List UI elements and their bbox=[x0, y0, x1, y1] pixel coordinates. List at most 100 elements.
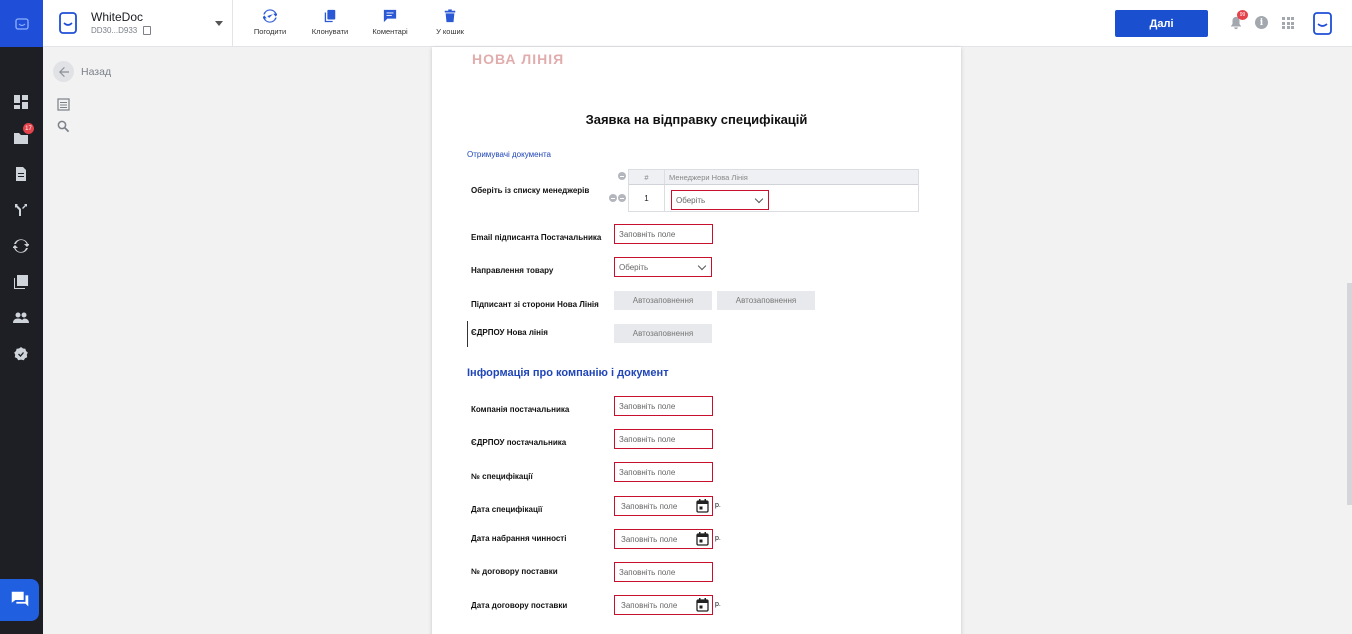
badge-check-icon[interactable] bbox=[12, 345, 30, 363]
dashboard-icon[interactable] bbox=[12, 93, 30, 111]
contract-date-suffix: р. bbox=[715, 601, 721, 608]
approve-button[interactable]: Погодити bbox=[240, 9, 300, 36]
managers-table: # Менеджери Нова Лінія 1 Оберіть bbox=[628, 169, 919, 212]
managers-label: Оберіть із списку менеджерів bbox=[471, 186, 590, 195]
direction-label: Направлення товару bbox=[471, 266, 554, 275]
users-icon[interactable] bbox=[12, 309, 30, 327]
brand-logo-icon[interactable] bbox=[1313, 12, 1332, 35]
spec-date-suffix: р. bbox=[715, 502, 721, 509]
doc-id-text: DD30...D933 bbox=[91, 26, 138, 35]
top-header: WhiteDoc DD30...D933 Погодити Клонувати … bbox=[43, 0, 1352, 47]
edrpou-placeholder: Заповніть поле bbox=[619, 434, 676, 444]
next-button[interactable]: Далі bbox=[1115, 10, 1208, 37]
direction-select[interactable]: Оберіть bbox=[614, 257, 712, 277]
page-scrollbar[interactable] bbox=[1347, 283, 1352, 505]
table-row-num: 1 bbox=[629, 185, 665, 211]
company-logo: НОВА ЛІНІЯ bbox=[472, 51, 565, 67]
document-type-icon bbox=[59, 12, 77, 34]
clone-button[interactable]: Клонувати bbox=[300, 9, 360, 36]
company-field[interactable]: Заповніть поле bbox=[614, 396, 713, 416]
contract-date-label: Дата договору поставки bbox=[471, 601, 568, 610]
doc-title: WhiteDoc bbox=[91, 10, 144, 24]
trash-label: У кошик bbox=[436, 27, 464, 36]
signer-autofill-2[interactable]: Автозаповнення bbox=[717, 291, 815, 310]
email-placeholder: Заповніть поле bbox=[619, 229, 676, 239]
folder-badge: 17 bbox=[23, 123, 34, 134]
chevron-down-icon bbox=[697, 261, 707, 271]
spec-no-field[interactable]: Заповніть поле bbox=[614, 462, 713, 482]
document-title: Заявка на відправку специфікацій bbox=[585, 112, 808, 127]
section-recipients: Отримувачі документа bbox=[467, 150, 552, 159]
chevron-down-icon bbox=[754, 194, 764, 204]
calendar-icon[interactable] bbox=[696, 598, 709, 612]
spec-no-label: № специфікації bbox=[471, 472, 533, 481]
effective-date-label: Дата набрання чинності bbox=[471, 534, 567, 543]
info-icon[interactable]: i bbox=[1255, 16, 1268, 29]
back-label: Назад bbox=[81, 65, 112, 78]
table-header-num: # bbox=[629, 170, 665, 185]
spec-date-placeholder: Заповніть поле bbox=[621, 501, 678, 511]
signer-label: Підписант зі сторони Нова Лінія bbox=[471, 300, 599, 309]
library-icon[interactable] bbox=[12, 273, 30, 291]
document-icon[interactable] bbox=[12, 165, 30, 183]
signer-autofill-1[interactable]: Автозаповнення bbox=[614, 291, 712, 310]
logo-icon bbox=[14, 17, 29, 30]
company-placeholder: Заповніть поле bbox=[619, 401, 676, 411]
trash-icon bbox=[444, 9, 456, 23]
contract-no-placeholder: Заповніть поле bbox=[619, 567, 676, 577]
apps-grid-icon[interactable] bbox=[1282, 17, 1294, 29]
document-page: НОВА ЛІНІЯ Заявка на відправку специфіка… bbox=[432, 47, 961, 634]
field-marker bbox=[467, 321, 468, 347]
edrpou-field[interactable]: Заповніть поле bbox=[614, 429, 713, 449]
header-divider bbox=[232, 0, 233, 47]
home-button[interactable] bbox=[0, 0, 43, 47]
edrpou-label: ЄДРПОУ постачальника bbox=[471, 438, 567, 447]
chat-icon bbox=[11, 591, 28, 607]
comments-button[interactable]: Коментарі bbox=[360, 9, 420, 36]
table-header-managers: Менеджери Нова Лінія bbox=[665, 170, 918, 185]
search-icon[interactable] bbox=[57, 120, 70, 133]
edrpou-nl-label: ЄДРПОУ Нова лінія bbox=[471, 328, 548, 337]
effective-date-suffix: р. bbox=[715, 535, 721, 542]
section-company: Інформація про компанію і документ bbox=[467, 367, 669, 379]
contract-date-field[interactable]: Заповніть поле bbox=[614, 595, 713, 615]
back-button[interactable]: Назад bbox=[53, 61, 111, 82]
chevron-down-icon[interactable] bbox=[215, 21, 223, 26]
remove-row-button[interactable] bbox=[609, 194, 617, 202]
sync-icon[interactable] bbox=[12, 237, 30, 255]
clone-icon bbox=[324, 9, 336, 23]
email-label: Email підписанта Постачальника bbox=[471, 233, 602, 242]
email-field[interactable]: Заповніть поле bbox=[614, 224, 713, 244]
spec-date-label: Дата специфікації bbox=[471, 505, 543, 514]
contract-no-field[interactable]: Заповніть поле bbox=[614, 562, 713, 582]
remove-column-button[interactable] bbox=[618, 172, 626, 180]
effective-date-placeholder: Заповніть поле bbox=[621, 534, 678, 544]
sync-check-icon bbox=[263, 9, 277, 23]
direction-value: Оберіть bbox=[619, 262, 649, 272]
manager-select-value: Оберіть bbox=[676, 195, 706, 205]
arrow-left-icon bbox=[53, 61, 74, 82]
clone-label: Клонувати bbox=[311, 27, 349, 36]
doc-id: DD30...D933 bbox=[91, 26, 152, 35]
chat-button[interactable] bbox=[0, 579, 39, 621]
app-rail: 17 bbox=[0, 0, 43, 634]
approve-label: Погодити bbox=[253, 27, 287, 36]
copy-icon[interactable] bbox=[143, 26, 152, 35]
spec-date-field[interactable]: Заповніть поле bbox=[614, 496, 713, 516]
notifications-badge: 99 bbox=[1237, 10, 1248, 20]
route-icon[interactable] bbox=[12, 201, 30, 219]
trash-button[interactable]: У кошик bbox=[420, 9, 480, 36]
remove-row-button-2[interactable] bbox=[618, 194, 626, 202]
company-label: Компанія постачальника bbox=[471, 405, 570, 414]
manager-select[interactable]: Оберіть bbox=[671, 190, 769, 210]
calendar-icon[interactable] bbox=[696, 499, 709, 513]
contract-no-label: № договору поставки bbox=[471, 567, 558, 576]
comments-label: Коментарі bbox=[372, 27, 408, 36]
spec-no-placeholder: Заповніть поле bbox=[619, 467, 676, 477]
comment-icon bbox=[383, 9, 397, 23]
outline-icon[interactable] bbox=[57, 98, 70, 111]
edrpou-nl-autofill[interactable]: Автозаповнення bbox=[614, 324, 712, 343]
contract-date-placeholder: Заповніть поле bbox=[621, 600, 678, 610]
effective-date-field[interactable]: Заповніть поле bbox=[614, 529, 713, 549]
calendar-icon[interactable] bbox=[696, 532, 709, 546]
